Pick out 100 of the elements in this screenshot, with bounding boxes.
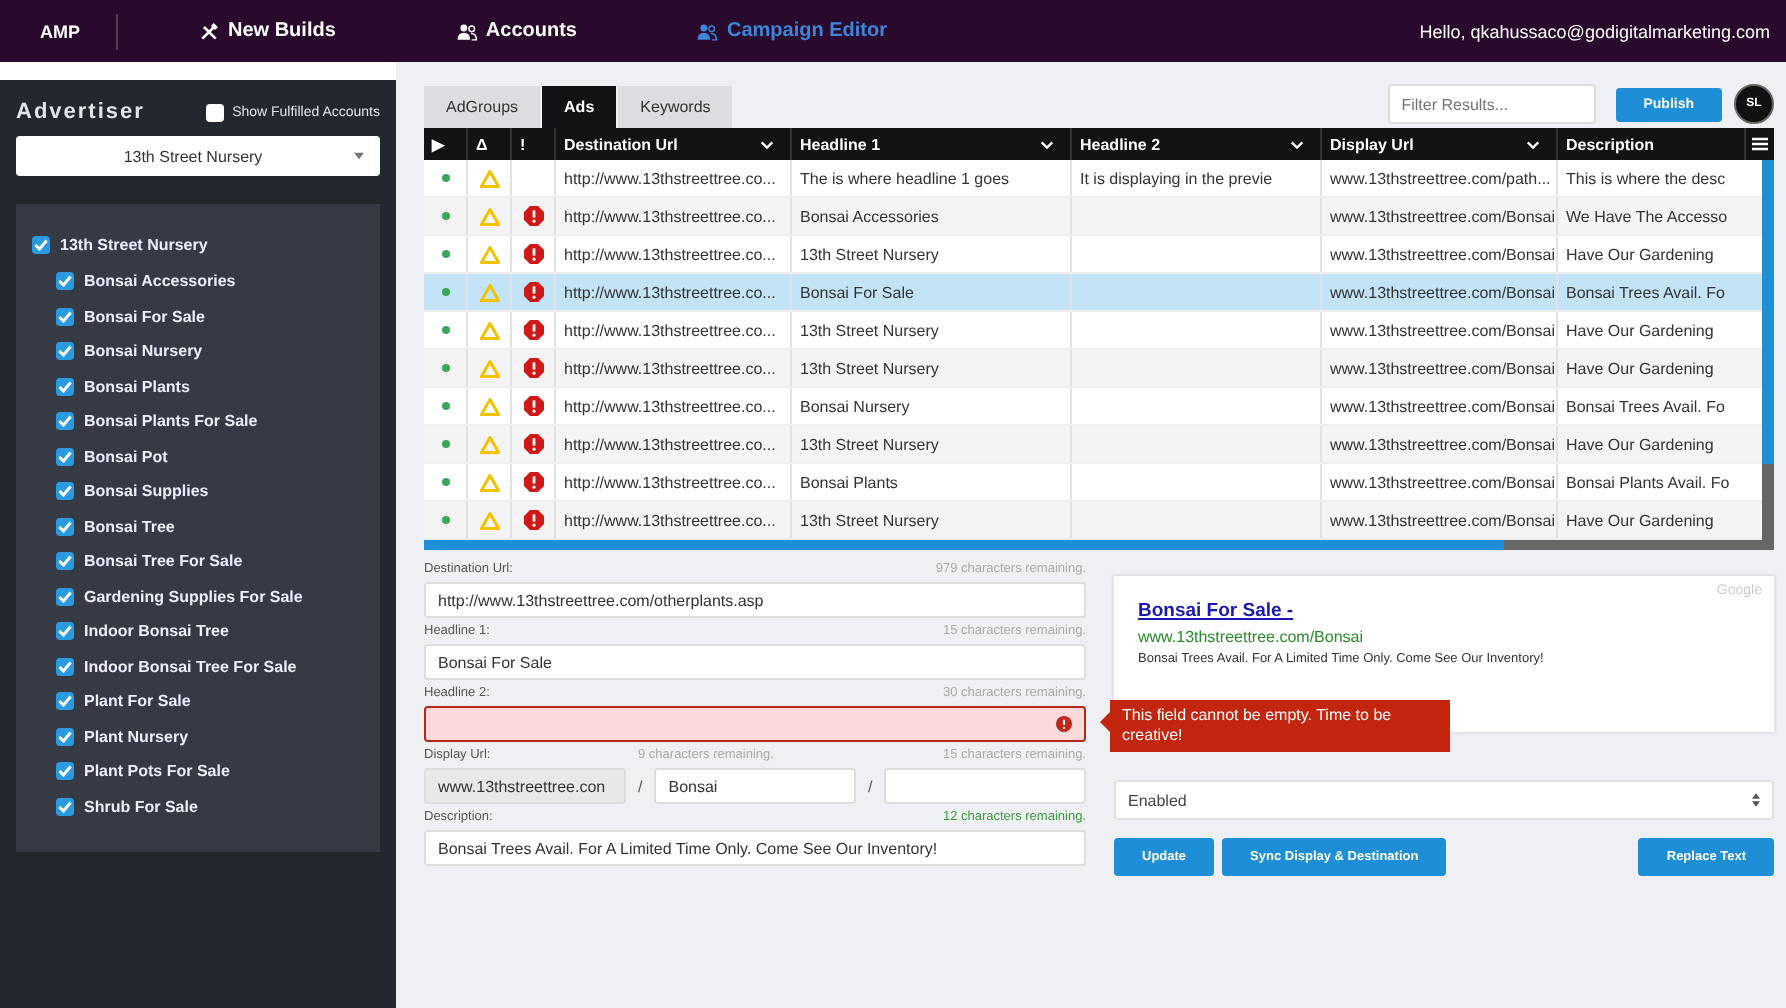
nav-link[interactable]: New Builds xyxy=(198,20,336,42)
checkbox-square[interactable] xyxy=(206,103,225,121)
tree-item-label[interactable]: Shrub For Sale xyxy=(84,797,198,816)
tree-item-label[interactable]: Plant Pots For Sale xyxy=(84,762,230,781)
chevron-icon xyxy=(1040,139,1054,149)
tab[interactable]: Keywords xyxy=(618,86,733,128)
table-cell: Bonsai Plants xyxy=(800,473,898,491)
advertiser-dropdown[interactable]: 13th Street Nursery xyxy=(16,136,380,176)
tree-checkbox[interactable] xyxy=(56,727,74,746)
table-row[interactable]: http://www.13thstreettree.co... 13th Street Nursery www.13thstreettree.com/Bonsai Have Our Gardening xyxy=(424,350,1762,388)
tree-checkbox[interactable] xyxy=(56,482,74,501)
path-1-field[interactable]: Bonsai xyxy=(654,768,856,804)
tree-item-label[interactable]: 13th Street Nursery xyxy=(60,235,208,253)
tree-item-label[interactable]: Bonsai Nursery xyxy=(84,342,203,361)
table-cell: www.13thstreettree.com/Bonsai xyxy=(1330,245,1555,263)
table-row[interactable]: http://www.13thstreettree.co... 13th Street Nursery www.13thstreettree.com/Bonsai Have Our Gardening xyxy=(424,426,1762,464)
tab[interactable]: AdGroups xyxy=(424,86,541,128)
tree-item-label[interactable]: Bonsai Plants For Sale xyxy=(84,412,258,431)
table-cell: It is displaying in the previe xyxy=(1080,169,1273,187)
table-cell: Have Our Gardening xyxy=(1566,359,1714,377)
tree-checkbox[interactable] xyxy=(56,517,74,536)
path-separator: / xyxy=(638,777,643,795)
caret-icon xyxy=(354,152,364,160)
table-row[interactable]: http://www.13thstreettree.co... Bonsai Accessories www.13thstreettree.com/Bonsai We Have The Accesso xyxy=(424,198,1762,236)
tree-checkbox[interactable] xyxy=(32,235,50,253)
tree-checkbox[interactable] xyxy=(56,552,74,571)
destination-url-field[interactable]: http://www.13thstreettree.com/otherplants.asp xyxy=(424,582,1086,618)
tree-checkbox[interactable] xyxy=(56,762,74,781)
tools-icon xyxy=(198,21,220,41)
status-dropdown[interactable]: Enabled xyxy=(1114,780,1774,820)
table-cell: www.13thstreettree.com/Bonsai xyxy=(1330,359,1555,377)
table-row[interactable]: http://www.13thstreettree.co... Bonsai Plants www.13thstreettree.com/Bonsai Bonsai Plants Avail. Fo xyxy=(424,464,1762,502)
tree-item-label[interactable]: Indoor Bonsai Tree xyxy=(84,622,229,641)
nav-link[interactable]: Campaign Editor xyxy=(696,20,887,42)
table-row[interactable]: http://www.13thstreettree.co... Bonsai Nursery www.13thstreettree.com/Bonsai Bonsai Trees Avail. Fo xyxy=(424,388,1762,426)
table-row[interactable]: http://www.13thstreettree.co... 13th Street Nursery www.13thstreettree.com/Bonsai Have Our Gardening xyxy=(424,312,1762,350)
tree-checkbox[interactable] xyxy=(56,692,74,711)
table-cell: www.13thstreettree.com/path... xyxy=(1330,169,1551,187)
path-separator: / xyxy=(868,777,873,795)
table-cell: Bonsai Accessories xyxy=(800,207,939,225)
tree-item-label[interactable]: Indoor Bonsai Tree For Sale xyxy=(84,657,297,676)
tree-checkbox[interactable] xyxy=(56,447,74,466)
vertical-scrollbar[interactable] xyxy=(1762,160,1774,540)
path-2-field[interactable] xyxy=(884,768,1086,804)
table-cell: The is where headline 1 goes xyxy=(800,169,1010,187)
tree-checkbox[interactable] xyxy=(56,272,74,291)
tree-checkbox[interactable] xyxy=(56,377,74,396)
tree-item-label[interactable]: Bonsai Tree xyxy=(84,517,175,536)
tree-checkbox[interactable] xyxy=(56,587,74,606)
tree-checkbox[interactable] xyxy=(56,657,74,676)
horizontal-scrollbar[interactable] xyxy=(424,540,1774,550)
table-cell: www.13thstreettree.com/Bonsai xyxy=(1330,435,1555,453)
tree-item-label[interactable]: Bonsai For Sale xyxy=(84,307,205,326)
table-cell: Have Our Gardening xyxy=(1566,511,1714,529)
table-cell: www.13thstreettree.com/Bonsai xyxy=(1330,207,1555,225)
error-icon xyxy=(1056,716,1072,732)
chevron-icon xyxy=(760,139,774,149)
table-cell: Bonsai Plants Avail. Fo xyxy=(1566,473,1730,491)
table-row[interactable]: http://www.13thstreettree.co... The is where headline 1 goes It is displaying in the previe www.13thstreettree.com/path... This is where the desc xyxy=(424,160,1762,198)
tree-item-label[interactable]: Gardening Supplies For Sale xyxy=(84,587,303,606)
tree-checkbox[interactable] xyxy=(56,797,74,816)
tree-checkbox[interactable] xyxy=(56,307,74,326)
ad-title-link[interactable]: Bonsai For Sale - xyxy=(1138,600,1294,622)
tree-checkbox[interactable] xyxy=(56,412,74,431)
table-cell: http://www.13thstreettree.co... xyxy=(564,435,776,453)
table-cell: Have Our Gardening xyxy=(1566,321,1714,339)
table-cell: http://www.13thstreettree.co... xyxy=(564,321,776,339)
tab[interactable]: Ads xyxy=(542,86,617,128)
tree-item-label[interactable]: Bonsai Plants xyxy=(84,377,190,396)
headline-2-field[interactable] xyxy=(424,706,1086,742)
app-brand[interactable]: AMP xyxy=(40,21,80,41)
table-row[interactable]: http://www.13thstreettree.co... 13th Street Nursery www.13thstreettree.com/Bonsai Have Our Gardening xyxy=(424,502,1762,540)
tree-item-label[interactable]: Bonsai Pot xyxy=(84,447,168,466)
tree-checkbox[interactable] xyxy=(56,342,74,361)
table-cell: www.13thstreettree.com/Bonsai xyxy=(1330,397,1555,415)
tree-item-label[interactable]: Plant Nursery xyxy=(84,727,189,746)
tree-item-label[interactable]: Plant For Sale xyxy=(84,692,191,711)
table-row[interactable]: http://www.13thstreettree.co... 13th Street Nursery www.13thstreettree.com/Bonsai Have Our Gardening xyxy=(424,236,1762,274)
table-cell: http://www.13thstreettree.co... xyxy=(564,245,776,263)
chevron-icon xyxy=(1290,139,1304,149)
tree-item-label[interactable]: Bonsai Accessories xyxy=(84,272,236,291)
sidebar-title: Advertiser xyxy=(16,100,145,124)
table-cell: 13th Street Nursery xyxy=(800,511,939,529)
tree-checkbox[interactable] xyxy=(56,622,74,641)
table-cell: http://www.13thstreettree.co... xyxy=(564,473,776,491)
nav-link[interactable]: Accounts xyxy=(455,20,577,42)
table-cell: We Have The Accesso xyxy=(1566,207,1728,225)
tree-item-label[interactable]: Bonsai Tree For Sale xyxy=(84,552,243,571)
table-cell: Have Our Gardening xyxy=(1566,245,1714,263)
table-row[interactable]: http://www.13thstreettree.co... Bonsai For Sale www.13thstreettree.com/Bonsai Bonsai Trees Avail. Fo xyxy=(424,274,1762,312)
description-field[interactable]: Bonsai Trees Avail. For A Limited Time Only. Come See Our Inventory! xyxy=(424,830,1086,866)
table-cell: http://www.13thstreettree.co... xyxy=(564,207,776,225)
up-down-arrows-icon xyxy=(1752,792,1760,808)
display-domain-field[interactable]: www.13thstreettree.con xyxy=(424,768,626,804)
filter-field[interactable]: Filter Results... xyxy=(1387,84,1596,124)
menu-icon[interactable] xyxy=(1752,136,1768,152)
table-cell: http://www.13thstreettree.co... xyxy=(564,511,776,529)
headline-1-field[interactable]: Bonsai For Sale xyxy=(424,644,1086,680)
table-cell: www.13thstreettree.com/Bonsai xyxy=(1330,283,1555,301)
tree-item-label[interactable]: Bonsai Supplies xyxy=(84,482,209,501)
